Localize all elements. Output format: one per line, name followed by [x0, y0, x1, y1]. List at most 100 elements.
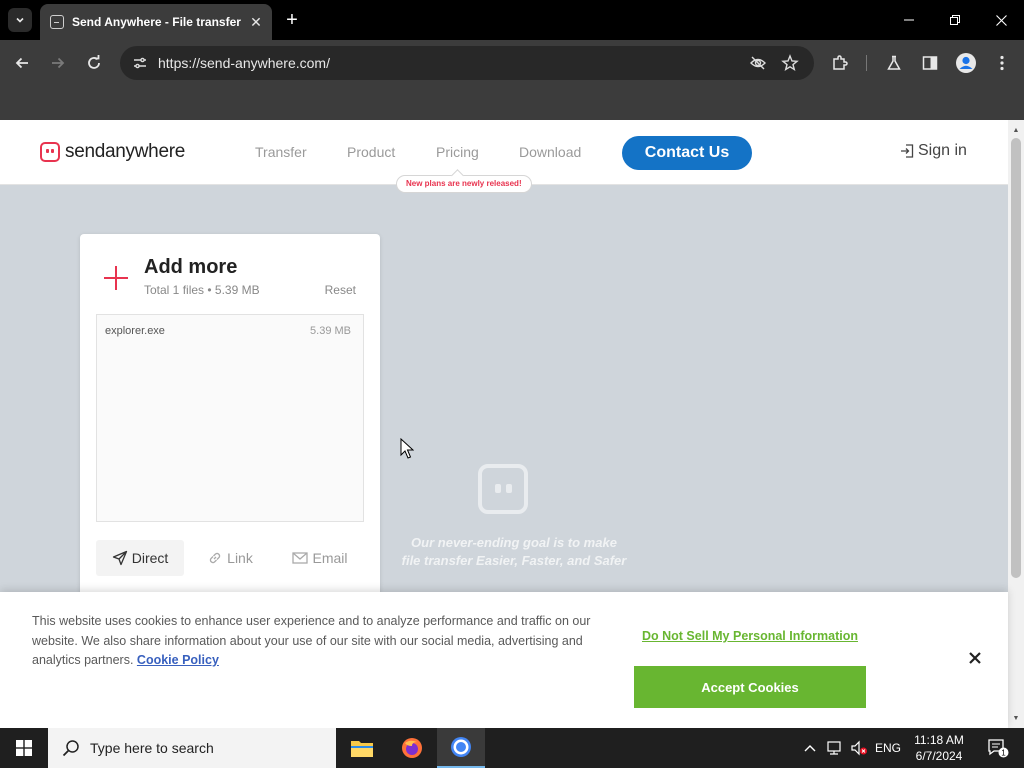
toolbar-divider — [866, 55, 867, 71]
arrow-right-icon — [52, 57, 65, 69]
cookie-message: This website uses cookies to enhance use… — [32, 612, 612, 671]
browser-tab-bar: Send Anywhere - File transfer ✕ + — [0, 0, 1024, 40]
back-button[interactable] — [8, 49, 36, 77]
clock-date: 6/7/2024 — [915, 749, 963, 763]
profile-avatar-icon — [956, 53, 976, 73]
mouse-cursor-icon — [400, 438, 414, 459]
chevron-down-icon — [16, 17, 24, 23]
tab-direct[interactable]: Direct — [96, 540, 184, 576]
taskbar-firefox[interactable] — [388, 728, 436, 768]
language-indicator[interactable]: ENG — [872, 728, 904, 768]
do-not-sell-link[interactable]: Do Not Sell My Personal Information — [642, 629, 858, 643]
restore-button[interactable] — [932, 0, 978, 40]
hero-tagline: Our never-ending goal is to make file tr… — [364, 534, 664, 570]
send-plane-icon — [112, 550, 127, 566]
page-scrollbar[interactable]: ▲ ▼ — [1008, 120, 1024, 728]
labs-button[interactable] — [880, 49, 908, 77]
tab-title: Send Anywhere - File transfer — [72, 15, 241, 29]
browser-menu-button[interactable] — [988, 49, 1016, 77]
contact-us-button[interactable]: Contact Us — [622, 136, 752, 170]
hero-tagline-line1: Our never-ending goal is to make — [411, 535, 617, 550]
sign-in-label: Sign in — [918, 142, 967, 159]
taskbar-file-explorer[interactable] — [338, 728, 386, 768]
browser-toolbar: https://send-anywhere.com/ — [0, 40, 1024, 86]
send-mode-tabs: Direct Link Email — [96, 540, 364, 576]
folder-icon — [351, 741, 373, 757]
forward-button[interactable] — [44, 49, 72, 77]
envelope-icon — [292, 552, 309, 564]
windows-taskbar: Type here to search ENG 11:18 AM 6/7/202… — [0, 728, 1024, 768]
clock-time: 11:18 AM — [914, 733, 964, 747]
nav-transfer[interactable]: Transfer — [255, 144, 307, 160]
sendanywhere-logo[interactable]: send anywhere — [40, 141, 185, 163]
chrome-icon — [451, 737, 471, 757]
hero-tagline-line2: file transfer Easier, Faster, and Safer — [401, 553, 627, 568]
address-bar[interactable]: https://send-anywhere.com/ — [120, 46, 814, 80]
notification-icon: 1 — [988, 739, 1009, 758]
puzzle-icon — [833, 55, 848, 70]
taskbar-chrome[interactable] — [437, 728, 485, 768]
taskbar-search-box[interactable]: Type here to search — [48, 728, 336, 768]
new-plans-badge: New plans are newly released! — [396, 175, 532, 193]
browser-tab-active[interactable]: Send Anywhere - File transfer ✕ — [40, 4, 272, 40]
add-icon[interactable] — [102, 264, 130, 292]
accept-cookies-button[interactable]: Accept Cookies — [634, 666, 866, 708]
add-more-title[interactable]: Add more — [144, 256, 237, 279]
scroll-up-icon[interactable]: ▲ — [1008, 123, 1024, 137]
tab-close-icon[interactable]: ✕ — [244, 10, 268, 34]
search-icon — [62, 740, 79, 757]
start-button[interactable] — [0, 728, 48, 768]
reload-icon — [88, 55, 100, 69]
minimize-button[interactable] — [886, 0, 932, 40]
cookie-message-text: This website uses cookies to enhance use… — [32, 614, 591, 667]
logo-text-anywhere: anywhere — [105, 141, 185, 162]
notifications-button[interactable]: 1 — [978, 728, 1018, 768]
tab-link-label: Link — [227, 550, 253, 566]
reload-button[interactable] — [80, 49, 108, 77]
tab-email[interactable]: Email — [276, 540, 364, 576]
taskbar-clock[interactable]: 11:18 AM 6/7/2024 — [906, 732, 972, 764]
taskbar-search-placeholder: Type here to search — [90, 740, 214, 756]
cookie-banner: This website uses cookies to enhance use… — [0, 592, 1008, 728]
flask-icon — [887, 55, 901, 70]
cookie-close-button[interactable] — [963, 646, 987, 670]
logo-text-send: send — [65, 141, 106, 162]
extensions-button[interactable] — [826, 49, 854, 77]
restore-icon — [950, 15, 960, 25]
scroll-thumb[interactable] — [1011, 138, 1021, 578]
arrow-left-icon — [15, 57, 28, 69]
bookmark-star-icon[interactable] — [778, 51, 802, 75]
file-list: explorer.exe 5.39 MB — [96, 314, 364, 522]
bookmark-bar — [0, 86, 1024, 120]
tray-overflow-icon[interactable] — [800, 728, 820, 768]
tab-direct-label: Direct — [131, 550, 169, 566]
tab-link[interactable]: Link — [184, 540, 276, 576]
file-name: explorer.exe — [105, 325, 165, 337]
nav-download[interactable]: Download — [519, 144, 581, 160]
close-icon — [969, 652, 981, 664]
eye-off-icon[interactable] — [746, 51, 770, 75]
sendanywhere-watermark-icon — [478, 464, 528, 514]
windows-logo-icon — [16, 740, 32, 756]
tab-email-label: Email — [312, 550, 348, 566]
side-panel-button[interactable] — [916, 49, 944, 77]
close-window-button[interactable] — [978, 0, 1024, 40]
profile-button[interactable] — [952, 49, 980, 77]
reset-button[interactable]: Reset — [325, 283, 356, 297]
sign-in-link[interactable]: Sign in — [900, 142, 967, 160]
file-list-item[interactable]: explorer.exe 5.39 MB — [97, 315, 363, 347]
file-summary: Total 1 files • 5.39 MB — [144, 283, 260, 297]
file-size: 5.39 MB — [310, 325, 351, 337]
volume-muted-icon[interactable] — [848, 728, 870, 768]
minimize-icon — [904, 19, 914, 21]
sendanywhere-logo-icon — [40, 142, 60, 162]
network-icon[interactable] — [824, 728, 846, 768]
site-info-icon[interactable] — [128, 51, 152, 75]
side-panel-icon — [922, 56, 938, 70]
nav-product[interactable]: Product — [347, 144, 395, 160]
scroll-down-icon[interactable]: ▼ — [1008, 711, 1024, 725]
cookie-policy-link[interactable]: Cookie Policy — [137, 653, 219, 667]
tab-search-button[interactable] — [8, 8, 32, 32]
nav-pricing[interactable]: Pricing — [436, 144, 479, 160]
new-tab-button[interactable]: + — [280, 8, 304, 32]
